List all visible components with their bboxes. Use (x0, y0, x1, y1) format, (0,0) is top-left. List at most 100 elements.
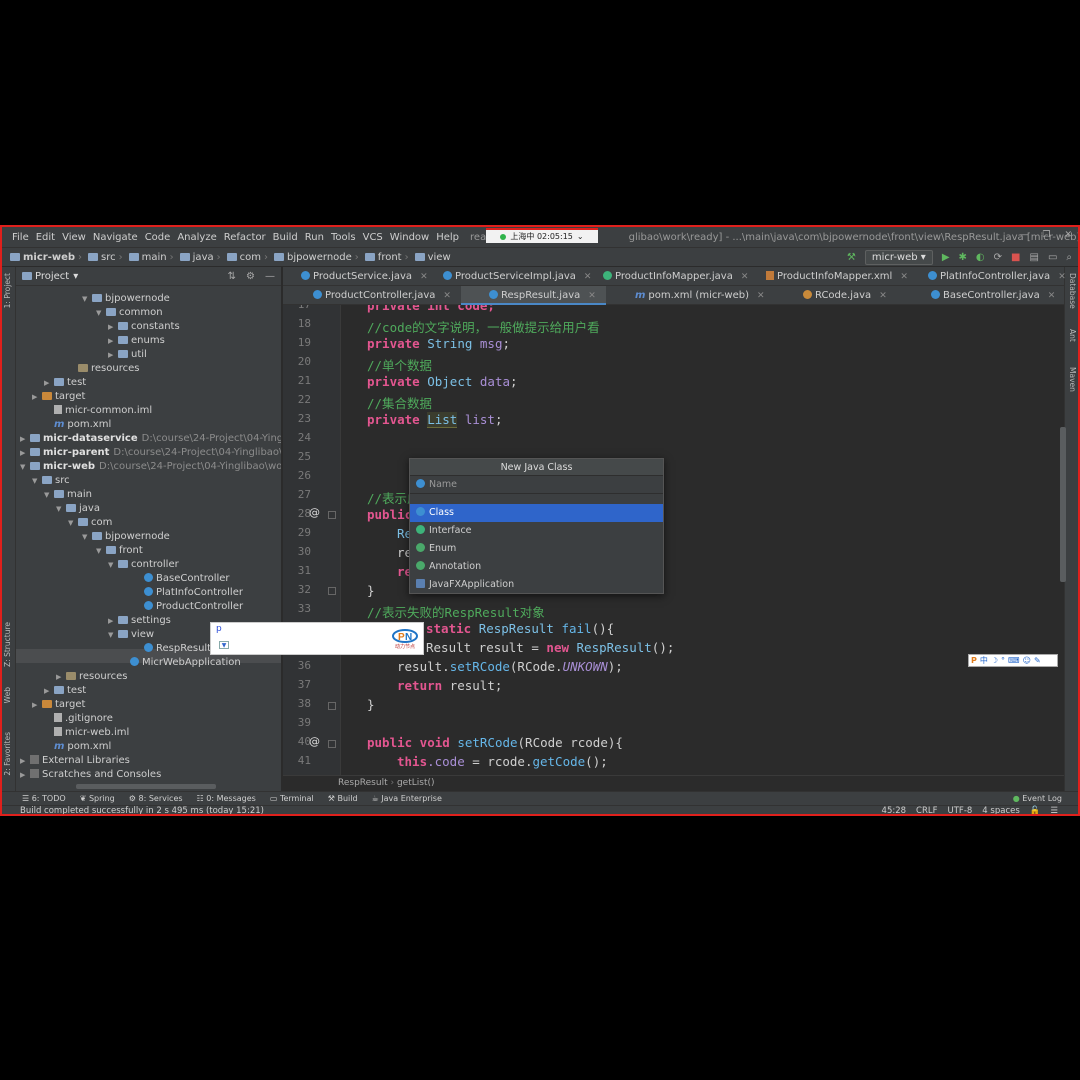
menu-refactor[interactable]: Refactor (224, 232, 266, 243)
coverage-icon[interactable]: ◐ (976, 252, 985, 263)
tree-item[interactable]: ▼ view (108, 628, 154, 642)
punctuation-icon[interactable]: ° (1001, 656, 1005, 665)
settings-icon[interactable]: ✎ (1034, 656, 1041, 665)
moon-icon[interactable]: ☽ (991, 656, 998, 665)
crumb-method[interactable]: getList() (397, 778, 435, 788)
event-log-button[interactable]: ● Event Log (1013, 794, 1062, 803)
layout-icon[interactable]: ▭ (1048, 252, 1057, 263)
tab-productinfomapper-xml[interactable]: ProductInfoMapper.xml ✕ (766, 267, 908, 286)
tree-item[interactable]: ▼ controller (108, 558, 179, 572)
close-icon[interactable]: ✕ (584, 272, 592, 282)
tree-item[interactable]: ▼ front (96, 544, 143, 558)
menu-run[interactable]: Run (305, 232, 324, 243)
tree-item[interactable]: ▶ micr-dataservice D:\course\24-Project\04… (20, 432, 281, 446)
collapse-arrow-icon[interactable]: ▶ (108, 320, 118, 334)
ant-tool-tab[interactable]: Ant (1068, 329, 1077, 342)
expand-arrow-icon[interactable]: ▼ (82, 292, 92, 306)
crumb-java[interactable]: java (193, 252, 214, 263)
tree-item[interactable]: ▼ com (68, 516, 112, 530)
tab-productservice[interactable]: ProductService.java ✕ (301, 267, 428, 286)
tree-item[interactable]: ▼ java (56, 502, 100, 516)
horizontal-scrollbar[interactable] (76, 784, 216, 789)
tree-item[interactable]: ▶ settings (108, 614, 171, 628)
editor-scrollbar[interactable] (1060, 427, 1066, 582)
stop-icon[interactable]: ■ (1011, 252, 1020, 263)
kind-option-enum[interactable]: Enum (410, 540, 663, 558)
user-icon[interactable]: ☺ (1023, 656, 1031, 665)
tree-item[interactable]: ▼ main (44, 488, 92, 502)
java-enterprise-tool-button[interactable]: ☕ Java Enterprise (372, 794, 442, 803)
tab-respresult[interactable]: RespResult.java ✕ (461, 286, 606, 305)
tree-item[interactable]: ▶ util (108, 348, 147, 362)
project-dropdown[interactable]: Project (35, 271, 69, 282)
fold-marker-icon[interactable] (328, 511, 336, 519)
tree-item[interactable]: .gitignore (44, 712, 113, 726)
collapse-arrow-icon[interactable]: ▶ (20, 754, 30, 768)
close-icon[interactable]: ✕ (879, 291, 887, 301)
collapse-arrow-icon[interactable]: ▶ (20, 432, 30, 446)
line-separator[interactable]: CRLF (916, 806, 937, 814)
expand-arrow-icon[interactable]: ▼ (44, 488, 54, 502)
database-tool-tab[interactable]: Database (1068, 273, 1077, 309)
minimize-icon[interactable]: — (1019, 230, 1028, 240)
kind-option-annotation[interactable]: Annotation (410, 558, 663, 576)
expand-arrow-icon[interactable]: ▼ (68, 516, 78, 530)
collapse-arrow-icon[interactable]: ▶ (44, 376, 54, 390)
expand-arrow-icon[interactable]: ▼ (108, 558, 118, 572)
menu-build[interactable]: Build (273, 232, 298, 243)
menu-tools[interactable]: Tools (331, 232, 356, 243)
tree-item[interactable]: ▶ Scratches and Consoles (20, 768, 161, 782)
close-icon[interactable]: ✕ (443, 291, 451, 301)
collapse-arrow-icon[interactable]: ▶ (56, 670, 66, 684)
collapse-arrow-icon[interactable]: ▶ (108, 614, 118, 628)
menu-view[interactable]: View (62, 232, 86, 243)
hide-icon[interactable]: — (265, 271, 275, 282)
keyboard-icon[interactable]: ⌨ (1008, 656, 1020, 665)
profile-icon[interactable]: ⟳ (994, 252, 1002, 263)
kind-option-interface[interactable]: Interface (410, 522, 663, 540)
crumb-class[interactable]: RespResult (338, 778, 388, 788)
run-icon[interactable]: ▶ (942, 252, 950, 263)
lock-icon[interactable]: 🔓 (1030, 806, 1041, 814)
code-editor[interactable]: 1718192021222324252627282930313233343536… (283, 305, 1064, 775)
ime-arrow-icon[interactable]: ▼ (219, 641, 229, 649)
tree-item[interactable]: ▶ enums (108, 334, 165, 348)
expand-arrow-icon[interactable]: ▼ (32, 474, 42, 488)
menu-vcs[interactable]: VCS (363, 232, 383, 243)
close-icon[interactable]: ✕ (1058, 272, 1066, 282)
collapse-arrow-icon[interactable]: ▶ (108, 348, 118, 362)
run-config-select[interactable]: micr-web ▾ (864, 250, 933, 265)
close-icon[interactable]: ✕ (757, 291, 765, 301)
tree-item[interactable]: ▼ common (96, 306, 163, 320)
class-name-input[interactable]: Name (410, 476, 663, 494)
maven-tool-tab[interactable]: Maven (1068, 367, 1077, 392)
hammer-icon[interactable]: ⚒ (847, 252, 856, 263)
debug-icon[interactable]: ✱ (959, 252, 967, 263)
caret-position[interactable]: 45:28 (882, 806, 907, 814)
tab-productinfomapper-java[interactable]: ProductInfoMapper.java ✕ (603, 267, 748, 286)
collapse-arrow-icon[interactable]: ▶ (20, 446, 30, 460)
tree-item[interactable]: ▶ target (32, 390, 85, 404)
tree-item[interactable]: micr-common.iml (44, 404, 152, 418)
fold-marker-icon[interactable] (328, 702, 336, 710)
tab-productserviceimpl[interactable]: ProductServiceImpl.java ✕ (443, 267, 591, 286)
tree-item[interactable]: BaseController (134, 572, 230, 586)
tab-platinfocontroller[interactable]: PlatInfoController.java ✕ (928, 267, 1066, 286)
ime-mode[interactable]: 中 (980, 655, 988, 666)
tree-item[interactable]: PlatInfoController (134, 586, 243, 600)
menu-edit[interactable]: Edit (36, 232, 55, 243)
crumb-view[interactable]: view (428, 252, 451, 263)
tab-productcontroller[interactable]: ProductController.java ✕ (313, 286, 451, 305)
close-icon[interactable]: ✕ (588, 291, 596, 301)
menu-file[interactable]: File (12, 232, 29, 243)
web-tool-tab[interactable]: Web (3, 687, 12, 703)
messages-tool-button[interactable]: ☷ 0: Messages (197, 794, 256, 803)
structure-tool-tab[interactable]: Z: Structure (3, 622, 12, 667)
indent-setting[interactable]: 4 spaces (982, 806, 1019, 814)
file-encoding[interactable]: UTF-8 (948, 806, 973, 814)
notification-icon[interactable]: ☰ (1050, 806, 1058, 814)
build-tool-button[interactable]: ⚒ Build (328, 794, 358, 803)
collapse-arrow-icon[interactable]: ▶ (20, 768, 30, 782)
tree-item[interactable]: resources (68, 362, 139, 376)
menu-help[interactable]: Help (436, 232, 459, 243)
